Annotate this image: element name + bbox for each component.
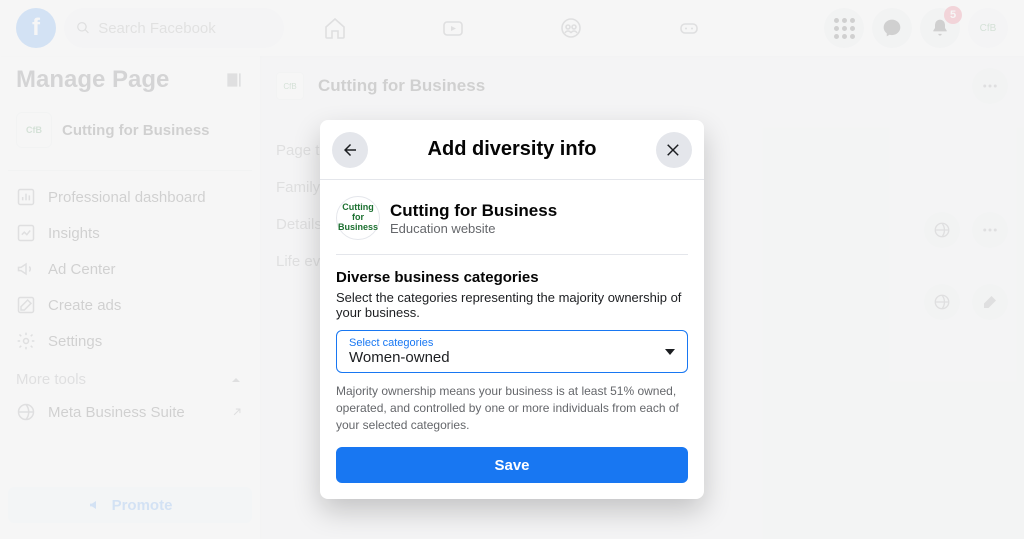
business-logo: Cuttingfor Business bbox=[336, 196, 380, 240]
select-value: Women-owned bbox=[349, 349, 653, 366]
business-subtitle: Education website bbox=[390, 221, 557, 236]
chevron-down-icon bbox=[665, 349, 675, 355]
arrow-left-icon bbox=[341, 141, 359, 159]
business-row: Cuttingfor Business Cutting for Business… bbox=[336, 192, 688, 255]
close-icon bbox=[665, 141, 683, 159]
categories-desc: Select the categories representing the m… bbox=[336, 290, 688, 320]
back-button[interactable] bbox=[332, 132, 368, 168]
diversity-modal: Add diversity info Cuttingfor Business C… bbox=[320, 120, 704, 499]
categories-title: Diverse business categories bbox=[336, 269, 688, 286]
business-name: Cutting for Business bbox=[390, 201, 557, 221]
modal-title: Add diversity info bbox=[428, 138, 597, 161]
modal-header: Add diversity info bbox=[320, 120, 704, 180]
close-button[interactable] bbox=[656, 132, 692, 168]
modal-scrim[interactable]: Add diversity info Cuttingfor Business C… bbox=[0, 0, 1024, 539]
modal-body: Cuttingfor Business Cutting for Business… bbox=[320, 180, 704, 499]
save-button[interactable]: Save bbox=[336, 447, 688, 483]
ownership-note: Majority ownership means your business i… bbox=[336, 383, 688, 433]
categories-select[interactable]: Select categories Women-owned bbox=[336, 330, 688, 373]
select-label: Select categories bbox=[349, 337, 653, 349]
